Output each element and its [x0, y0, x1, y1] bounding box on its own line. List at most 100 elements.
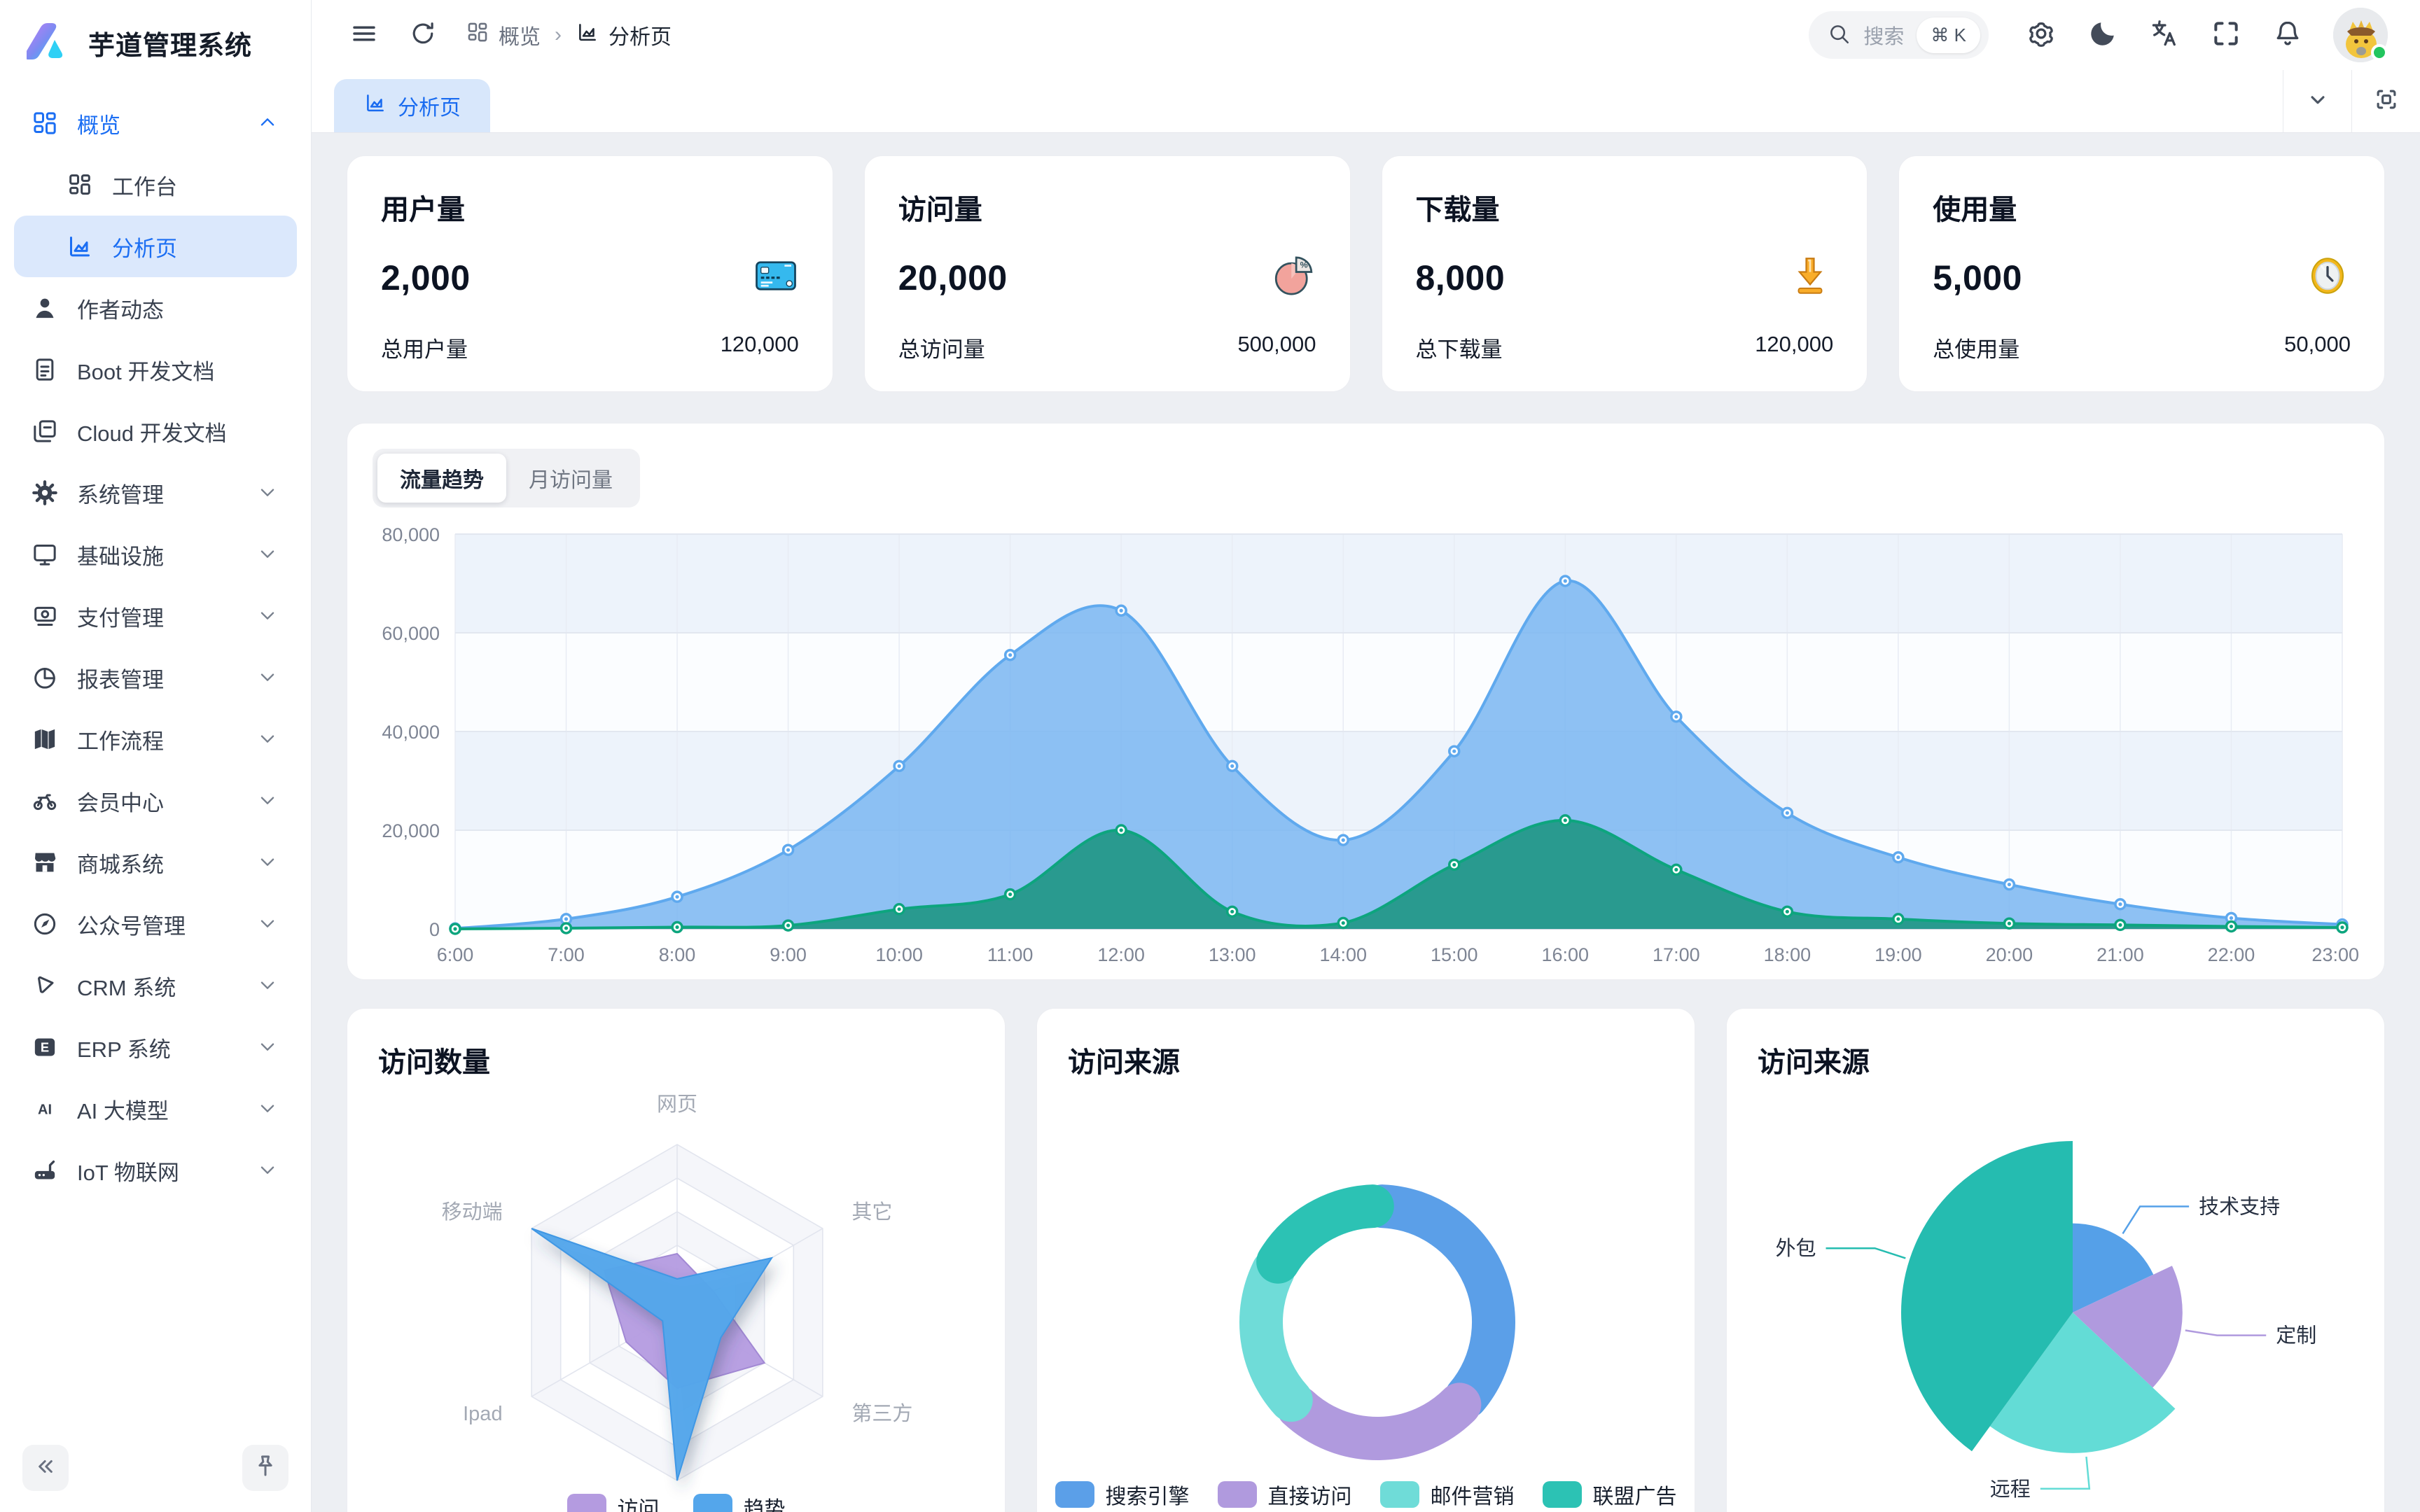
sidebar-item-workbench[interactable]: 工作台	[14, 154, 297, 216]
refresh-button[interactable]	[407, 19, 439, 51]
payment-icon	[31, 602, 59, 630]
traffic-trend-chart[interactable]: 020,00040,00060,00080,0006:007:008:009:0…	[373, 522, 2360, 969]
fullscreen-button[interactable]	[2210, 19, 2242, 51]
card-title: 访问来源	[1758, 1040, 2353, 1080]
moon-icon	[2087, 18, 2118, 52]
sidebar-item-ai-model[interactable]: AI AI 大模型	[14, 1078, 297, 1140]
legend-item[interactable]: 直接访问	[1218, 1479, 1352, 1510]
sidebar-item-workflow[interactable]: 工作流程	[14, 708, 297, 770]
svg-text:7:00: 7:00	[548, 944, 585, 965]
legend-item[interactable]: 邮件营销	[1380, 1479, 1515, 1510]
trend-tab-switch: 流量趋势 月访问量	[373, 449, 640, 507]
svg-text:20,000: 20,000	[382, 820, 440, 841]
stat-footer-label: 总用户量	[381, 332, 468, 363]
svg-text:8:00: 8:00	[659, 944, 696, 965]
legend-item[interactable]: 搜索引擎	[1055, 1479, 1190, 1510]
chevron-down-icon	[256, 1158, 280, 1182]
sidebar-item-overview[interactable]: 概览	[14, 92, 297, 154]
language-button[interactable]	[2148, 19, 2181, 51]
sidebar-item-crm-system[interactable]: CRM 系统	[14, 955, 297, 1016]
stat-value: 2,000	[381, 258, 471, 298]
tab-menu-button[interactable]	[2283, 70, 2351, 132]
monitor-icon	[31, 540, 59, 568]
visit-source-donut-chart[interactable]	[1068, 1082, 1665, 1512]
sidebar-item-label: 商城系统	[77, 847, 238, 878]
sidebar-item-payment-management[interactable]: 支付管理	[14, 585, 297, 647]
legend-label: 搜索引擎	[1106, 1479, 1190, 1510]
sidebar-item-label: 概览	[77, 108, 238, 139]
svg-text:19:00: 19:00	[1875, 944, 1922, 965]
svg-text:14:00: 14:00	[1319, 944, 1367, 965]
sidebar-item-iot[interactable]: IoT 物联网	[14, 1140, 297, 1201]
stat-card-visits: 访问量 20,000 % 总访问量 500,000	[864, 155, 1351, 392]
svg-text:定制: 定制	[2276, 1324, 2316, 1348]
svg-text:18:00: 18:00	[1764, 944, 1811, 965]
legend-item[interactable]: 访问	[567, 1492, 660, 1512]
search-shortcut-badge: ⌘ K	[1917, 18, 1980, 53]
settings-button[interactable]	[2025, 19, 2057, 51]
sidebar: 芋道管理系统 概览 工作台 分析页	[0, 0, 312, 1512]
chevron-down-icon	[256, 789, 280, 813]
sidebar-item-infrastructure[interactable]: 基础设施	[14, 524, 297, 585]
gear-icon	[31, 479, 59, 507]
sidebar-item-system-management[interactable]: 系统管理	[14, 462, 297, 524]
sidebar-item-report-management[interactable]: 报表管理	[14, 647, 297, 708]
tab-monthly-visits[interactable]: 月访问量	[506, 454, 635, 503]
pie-chart-icon	[31, 664, 59, 692]
donut-legend: 搜索引擎 直接访问 邮件营销 联盟广告	[1037, 1479, 1695, 1510]
legend-item[interactable]: 联盟广告	[1543, 1479, 1677, 1510]
content-fullscreen-button[interactable]	[2351, 70, 2420, 132]
sidebar-toggle-button[interactable]	[348, 19, 380, 51]
user-avatar[interactable]	[2333, 8, 2388, 62]
notifications-button[interactable]	[2272, 19, 2304, 51]
sidebar-item-member-center[interactable]: 会员中心	[14, 770, 297, 832]
sidebar-item-author-news[interactable]: 作者动态	[14, 277, 297, 339]
legend-item[interactable]: 趋势	[693, 1492, 786, 1512]
dark-mode-button[interactable]	[2087, 19, 2119, 51]
search-input[interactable]: 搜索 ⌘ K	[1809, 11, 1989, 59]
stat-value: 20,000	[898, 258, 1008, 298]
page-content: 用户量 2,000 总用户量 120,000 访问量	[312, 133, 2420, 1512]
sidebar-item-mall-system[interactable]: 商城系统	[14, 832, 297, 893]
svg-text:13:00: 13:00	[1209, 944, 1256, 965]
sidebar-item-label: 报表管理	[77, 662, 238, 694]
logo-row[interactable]: 芋道管理系统	[0, 0, 311, 85]
sidebar-item-cloud-docs[interactable]: Cloud 开发文档	[14, 400, 297, 462]
gear-icon	[2026, 18, 2057, 52]
documents-copy-icon	[31, 417, 59, 445]
main-column: 概览 › 分析页 搜索 ⌘ K	[312, 0, 2420, 1512]
sidebar-item-label: 工作台	[112, 169, 280, 201]
sidebar-item-label: 基础设施	[77, 539, 238, 570]
visit-volume-radar-chart[interactable]: 网页其它第三方客户端Ipad移动端	[378, 1082, 975, 1512]
chevron-down-icon	[256, 1035, 280, 1059]
svg-text:6:00: 6:00	[437, 944, 474, 965]
download-arrow-icon	[1787, 253, 1833, 302]
tab-analysis[interactable]: 分析页	[334, 79, 490, 132]
svg-text:AI: AI	[38, 1102, 52, 1118]
sidebar-item-boot-docs[interactable]: Boot 开发文档	[14, 339, 297, 400]
sidebar-menu: 概览 工作台 分析页 作者动态	[0, 85, 311, 1431]
sidebar-item-analysis[interactable]: 分析页	[14, 216, 297, 277]
grid-icon	[31, 109, 59, 137]
breadcrumb-analysis[interactable]: 分析页	[576, 20, 672, 50]
svg-text:12:00: 12:00	[1097, 944, 1145, 965]
sidebar-collapse-button[interactable]	[22, 1445, 69, 1491]
card-title: 访问数量	[378, 1040, 974, 1080]
sidebar-footer	[0, 1431, 311, 1512]
breadcrumb-overview[interactable]: 概览	[466, 20, 541, 50]
chart-icon	[576, 20, 599, 50]
tab-traffic-trend[interactable]: 流量趋势	[377, 454, 506, 503]
workflow-icon	[31, 725, 59, 753]
sidebar-item-erp-system[interactable]: E ERP 系统	[14, 1016, 297, 1078]
sidebar-pin-button[interactable]	[242, 1445, 288, 1491]
app-logo-icon	[27, 19, 71, 67]
visit-source-pie-chart[interactable]: 技术支持定制远程外包	[1758, 1082, 2355, 1512]
chevron-up-icon	[256, 111, 280, 135]
sidebar-item-mp-management[interactable]: 公众号管理	[14, 893, 297, 955]
svg-text:0: 0	[429, 919, 440, 940]
svg-text:80,000: 80,000	[382, 524, 440, 545]
sidebar-item-label: 作者动态	[77, 293, 280, 324]
card-title: 访问来源	[1068, 1040, 1664, 1080]
chart-icon	[66, 232, 94, 260]
chevron-down-icon	[256, 666, 280, 690]
